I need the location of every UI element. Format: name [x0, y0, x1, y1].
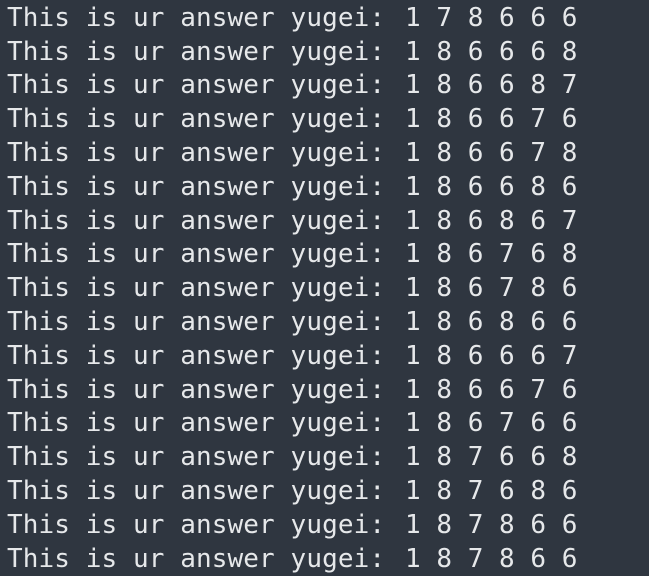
output-line: This is ur answer yugei: 186786	[7, 271, 647, 305]
output-line: This is ur answer yugei: 186667	[7, 339, 647, 373]
output-prefix: This is ur answer yugei:	[7, 273, 386, 304]
output-value: 186668	[405, 36, 594, 67]
output-line: This is ur answer yugei: 186676	[7, 373, 647, 407]
output-line: This is ur answer yugei: 186867	[7, 204, 647, 238]
output-line: This is ur answer yugei: 187668	[7, 440, 647, 474]
output-prefix: This is ur answer yugei:	[7, 374, 386, 405]
output-value: 186766	[405, 408, 594, 439]
output-prefix: This is ur answer yugei:	[7, 2, 386, 33]
output-prefix: This is ur answer yugei:	[7, 70, 386, 101]
output-value: 186786	[405, 273, 594, 304]
output-value: 186667	[405, 340, 594, 371]
terminal-output: This is ur answer yugei: 178666 This is u…	[7, 1, 647, 574]
output-line: This is ur answer yugei: 187866	[7, 508, 647, 542]
output-value: 187866	[405, 509, 594, 540]
output-line: This is ur answer yugei: 186866	[7, 305, 647, 339]
output-value: 187686	[405, 476, 594, 507]
output-prefix: This is ur answer yugei:	[7, 36, 386, 67]
output-value: 178666	[405, 2, 594, 33]
output-line: This is ur answer yugei: 186768	[7, 238, 647, 272]
output-line: This is ur answer yugei: 186766	[7, 407, 647, 441]
output-prefix: This is ur answer yugei:	[7, 307, 386, 338]
output-value: 186687	[405, 70, 594, 101]
output-prefix: This is ur answer yugei:	[7, 138, 386, 169]
output-line: This is ur answer yugei: 187866	[7, 542, 647, 576]
output-value: 187668	[405, 442, 594, 473]
output-prefix: This is ur answer yugei:	[7, 171, 386, 202]
output-value: 186676	[405, 104, 594, 135]
output-prefix: This is ur answer yugei:	[7, 239, 386, 270]
output-line: This is ur answer yugei: 186676	[7, 102, 647, 136]
output-prefix: This is ur answer yugei:	[7, 340, 386, 371]
output-prefix: This is ur answer yugei:	[7, 442, 386, 473]
output-prefix: This is ur answer yugei:	[7, 408, 386, 439]
output-line: This is ur answer yugei: 187686	[7, 474, 647, 508]
output-value: 187866	[405, 543, 594, 574]
output-line: This is ur answer yugei: 178666	[7, 1, 647, 35]
output-prefix: This is ur answer yugei:	[7, 509, 386, 540]
output-value: 186768	[405, 239, 594, 270]
output-prefix: This is ur answer yugei:	[7, 104, 386, 135]
output-prefix: This is ur answer yugei:	[7, 205, 386, 236]
output-prefix: This is ur answer yugei:	[7, 476, 386, 507]
output-value: 186678	[405, 138, 594, 169]
output-value: 186867	[405, 205, 594, 236]
output-line: This is ur answer yugei: 186678	[7, 136, 647, 170]
output-value: 186866	[405, 307, 594, 338]
output-line: This is ur answer yugei: 186686	[7, 170, 647, 204]
output-value: 186676	[405, 374, 594, 405]
output-line: This is ur answer yugei: 186687	[7, 69, 647, 103]
output-line: This is ur answer yugei: 186668	[7, 35, 647, 69]
output-prefix: This is ur answer yugei:	[7, 543, 386, 574]
output-value: 186686	[405, 171, 594, 202]
